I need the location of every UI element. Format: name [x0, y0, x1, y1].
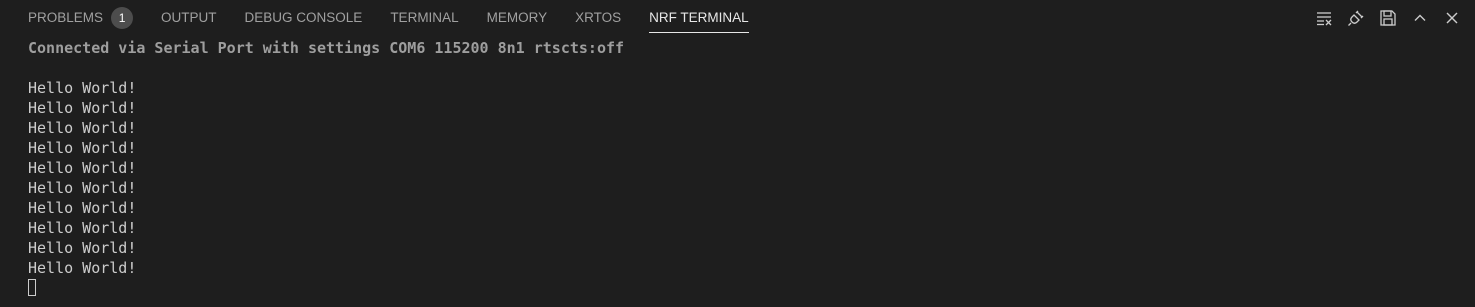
tab-label: NRF TERMINAL: [649, 10, 749, 25]
save-icon: [1380, 9, 1396, 26]
disconnect-button[interactable]: [1345, 7, 1367, 29]
close-panel-button[interactable]: [1441, 7, 1463, 29]
tab-label: MEMORY: [486, 10, 548, 25]
nrf-terminal-panel: PROBLEMS 1 OUTPUT DEBUG CONSOLE TERMINAL…: [0, 0, 1475, 307]
clear-output-button[interactable]: [1313, 7, 1335, 29]
tab-nrf-terminal[interactable]: NRF TERMINAL: [635, 0, 763, 35]
disconnect-plug-icon: [1348, 10, 1364, 26]
output-line: Hello World!: [28, 99, 137, 117]
output-lines: Hello World! Hello World! Hello World! H…: [28, 78, 1455, 278]
close-icon: [1446, 12, 1458, 23]
tab-output[interactable]: OUTPUT: [147, 0, 231, 35]
tab-label: DEBUG CONSOLE: [244, 10, 363, 25]
output-line: Hello World!: [28, 179, 137, 197]
tab-terminal[interactable]: TERMINAL: [376, 0, 472, 35]
output-line: Hello World!: [28, 199, 137, 217]
problems-count-badge: 1: [111, 6, 134, 29]
tab-label: TERMINAL: [390, 10, 459, 25]
output-line: Hello World!: [28, 119, 137, 137]
tab-debug-console[interactable]: DEBUG CONSOLE: [231, 0, 377, 35]
terminal-cursor: [28, 279, 36, 296]
chevron-up-icon: [1414, 14, 1426, 21]
save-output-button[interactable]: [1377, 7, 1399, 29]
connection-status-line: Connected via Serial Port with settings …: [28, 39, 625, 57]
panel-actions: [1303, 0, 1463, 35]
tab-label: OUTPUT: [161, 10, 217, 25]
output-line: Hello World!: [28, 259, 137, 277]
tab-memory[interactable]: MEMORY: [473, 0, 562, 35]
tab-label: PROBLEMS: [28, 10, 104, 25]
output-line: Hello World!: [28, 159, 137, 177]
maximize-panel-button[interactable]: [1409, 7, 1431, 29]
output-line: Hello World!: [28, 239, 137, 257]
tab-xrtos[interactable]: XRTOS: [561, 0, 635, 35]
clear-output-icon: [1317, 11, 1332, 25]
tab-problems[interactable]: PROBLEMS 1: [14, 0, 147, 35]
terminal-output[interactable]: Connected via Serial Port with settings …: [28, 38, 1455, 307]
output-line: Hello World!: [28, 139, 137, 157]
panel-tab-bar: PROBLEMS 1 OUTPUT DEBUG CONSOLE TERMINAL…: [0, 0, 1475, 35]
tab-label: XRTOS: [575, 10, 622, 25]
panel-tabs: PROBLEMS 1 OUTPUT DEBUG CONSOLE TERMINAL…: [14, 0, 763, 35]
output-line: Hello World!: [28, 79, 137, 97]
output-line: Hello World!: [28, 219, 137, 237]
